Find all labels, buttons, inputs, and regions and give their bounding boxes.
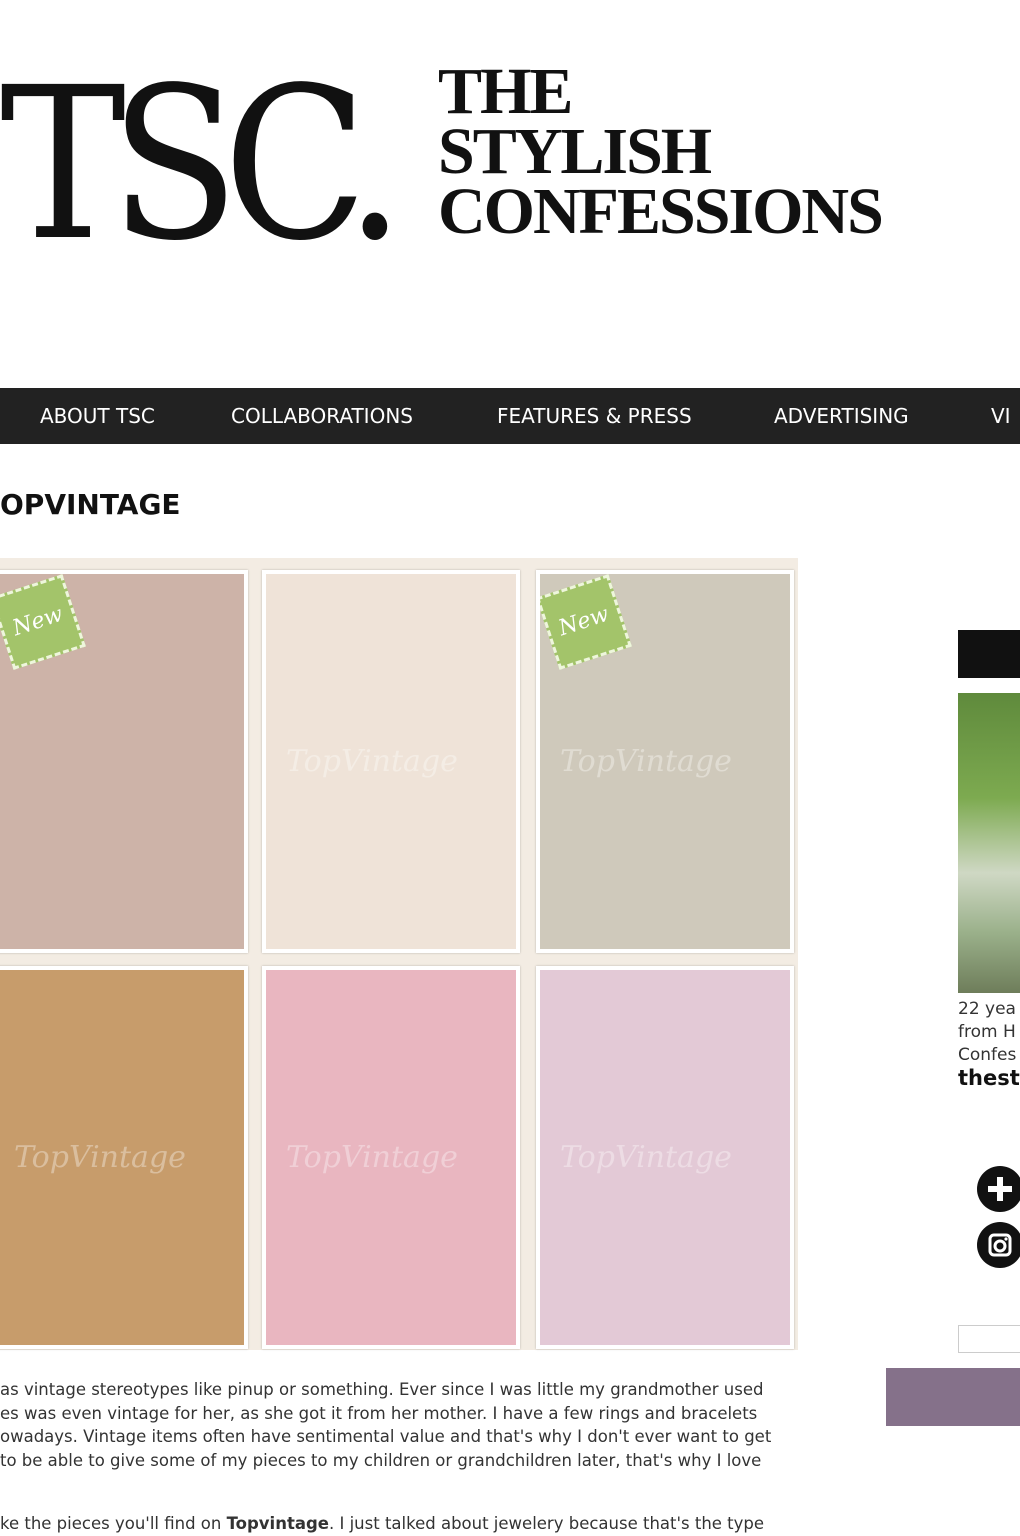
paragraph-line: as vintage stereotypes like pinup or som… [0, 1380, 764, 1399]
paragraph-line: owadays. Vintage items often have sentim… [0, 1427, 772, 1446]
bio-line: Confes [958, 1045, 1017, 1065]
sidebar-subscribe-button[interactable] [886, 1368, 1020, 1426]
nav-item-collaborations[interactable]: COLLABORATIONS [231, 388, 413, 444]
logo-mark: TSC. [0, 42, 405, 287]
new-badge: New [540, 574, 632, 670]
sidebar-bio: 22 yea from H Confes [958, 998, 1020, 1067]
watermark: TopVintage [14, 1140, 186, 1175]
post-body: as vintage stereotypes like pinup or som… [0, 1378, 830, 1536]
product-tile[interactable]: New TopVintage [536, 570, 794, 953]
product-tile[interactable]: TopVintage [0, 966, 248, 1349]
watermark: TopVintage [286, 1140, 458, 1175]
product-tile[interactable]: TopVintage [262, 570, 520, 953]
watermark: TopVintage [560, 1140, 732, 1175]
site-logo[interactable]: TSC. THE STYLISH CONFESSIONS [0, 40, 1020, 280]
nav-item-advertising[interactable]: ADVERTISING [774, 388, 909, 444]
sidebar-widget-header [958, 630, 1020, 678]
watermark: TopVintage [560, 744, 732, 779]
logo-word: CONFESSIONS [438, 175, 884, 248]
plus-icon[interactable] [977, 1166, 1020, 1212]
sidebar-handle[interactable]: thest [958, 1066, 1020, 1090]
bio-line: from H [958, 1022, 1016, 1042]
instagram-icon[interactable] [977, 1222, 1020, 1268]
product-tile[interactable]: TopVintage [262, 966, 520, 1349]
logo-word: STYLISH [438, 115, 712, 188]
bio-line: 22 yea [958, 999, 1016, 1019]
main-nav: ABOUT TSC COLLABORATIONS FEATURES & PRES… [0, 388, 1020, 444]
nav-item-video[interactable]: VI [991, 388, 1011, 444]
logo-wordmark: THE STYLISH CONFESSIONS [438, 55, 884, 248]
product-collage: New TopVintage New TopVintage TopVintage… [0, 558, 798, 1350]
logo-word: THE [438, 55, 573, 128]
nav-item-features-press[interactable]: FEATURES & PRESS [497, 388, 692, 444]
new-badge: New [0, 574, 86, 670]
brand-link[interactable]: Topvintage [227, 1514, 329, 1533]
paragraph-line: to be able to give some of my pieces to … [0, 1450, 762, 1470]
product-tile[interactable]: New [0, 570, 248, 953]
sidebar-profile-photo[interactable] [958, 693, 1020, 993]
product-tile[interactable]: TopVintage [536, 966, 794, 1349]
sidebar-subscribe-input[interactable] [958, 1325, 1020, 1353]
nav-item-about[interactable]: ABOUT TSC [40, 388, 155, 444]
post-title[interactable]: OPVINTAGE [0, 488, 181, 521]
paragraph-line: es was even vintage for her, as she got … [0, 1403, 758, 1423]
paragraph-line: ke the pieces you'll find on Topvintage.… [0, 1514, 765, 1533]
watermark: TopVintage [286, 744, 458, 779]
